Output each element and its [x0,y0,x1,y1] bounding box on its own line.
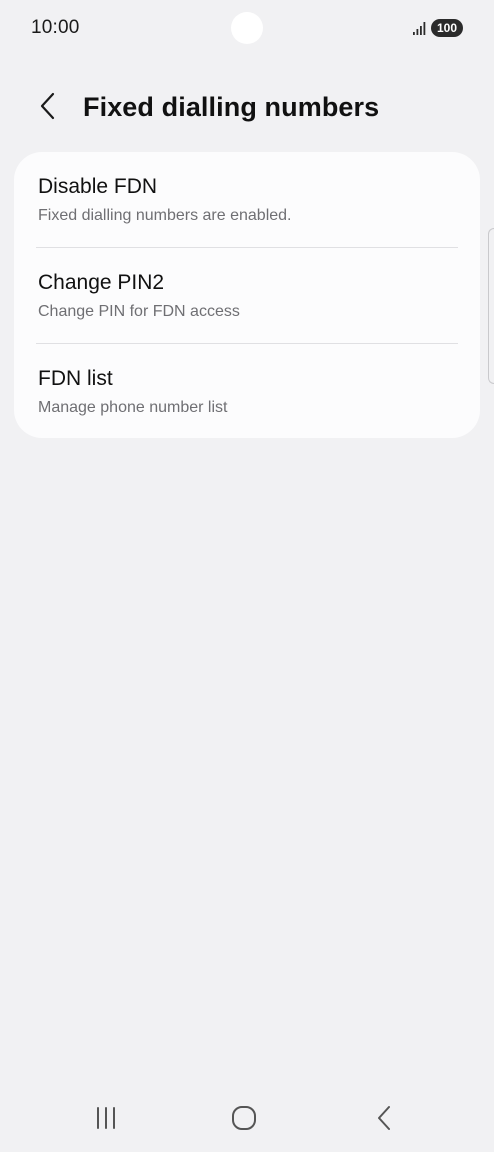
camera-cutout [231,12,263,44]
item-subtitle: Change PIN for FDN access [38,303,240,320]
edge-panel-handle[interactable] [488,228,494,384]
disable-fdn-item[interactable]: Disable FDN Fixed dialling numbers are e… [14,152,480,247]
app-bar: Fixed dialling numbers [0,82,494,136]
status-indicators: 100 [413,19,463,37]
status-time: 10:00 [31,17,80,38]
item-title: FDN list [38,367,113,390]
battery-indicator: 100 [431,19,463,37]
home-icon [231,1105,257,1136]
home-button[interactable] [214,1100,274,1140]
change-pin2-item[interactable]: Change PIN2 Change PIN for FDN access [14,248,480,343]
item-title: Change PIN2 [38,271,165,294]
recent-apps-button[interactable] [76,1100,136,1140]
chevron-left-icon [39,91,57,126]
item-subtitle: Fixed dialling numbers are enabled. [38,207,292,224]
recent-apps-icon [94,1106,118,1134]
navigation-bar [0,1090,494,1148]
status-bar: 10:00 100 [0,0,494,56]
item-title: Disable FDN [38,175,158,198]
back-icon [376,1105,392,1136]
page-title: Fixed dialling numbers [83,92,380,122]
back-nav-button[interactable] [354,1100,414,1140]
signal-bars-icon [413,21,426,35]
item-subtitle: Manage phone number list [38,399,228,416]
fdn-list-item[interactable]: FDN list Manage phone number list [14,344,480,438]
back-button[interactable] [32,90,64,126]
settings-card: Disable FDN Fixed dialling numbers are e… [14,152,480,438]
